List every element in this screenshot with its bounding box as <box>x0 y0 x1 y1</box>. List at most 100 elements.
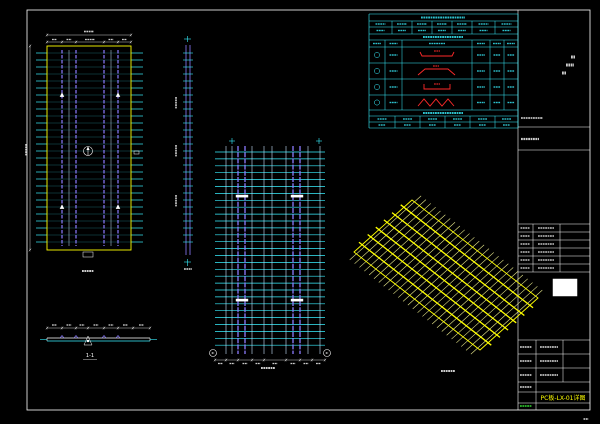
annotation-glyph <box>440 29 443 32</box>
annotation-glyph <box>396 42 398 45</box>
annotation-glyph <box>544 374 547 376</box>
annotation-glyph <box>445 29 446 32</box>
annotation-glyph <box>545 235 547 237</box>
annotation-glyph <box>433 42 436 45</box>
annotation-glyph <box>435 65 438 67</box>
annotation-glyph <box>461 16 464 19</box>
annotation-glyph <box>522 374 525 376</box>
annotation-glyph <box>396 86 398 88</box>
annotation-glyph <box>108 324 111 326</box>
annotation-glyph <box>529 405 532 407</box>
annotation-glyph <box>554 360 557 362</box>
annotation-glyph <box>86 270 89 272</box>
annotation-glyph <box>421 16 423 19</box>
annotation-glyph <box>529 374 532 376</box>
annotation-glyph <box>381 29 384 32</box>
annotation-glyph <box>545 243 547 245</box>
annotation-glyph <box>545 267 547 269</box>
annotation-glyph <box>547 259 550 261</box>
annotation-mark <box>507 86 515 88</box>
annotation-glyph <box>552 227 554 229</box>
annotation-glyph <box>325 352 328 354</box>
lifting-point <box>290 298 304 302</box>
annotation-glyph <box>184 268 186 270</box>
lifting-point <box>235 298 249 302</box>
annotation-glyph <box>404 124 406 126</box>
annotation-glyph <box>540 251 543 253</box>
annotation-mark <box>507 101 515 104</box>
annotation-mark <box>417 23 427 25</box>
annotation-glyph <box>522 235 525 237</box>
annotation-glyph <box>403 118 405 120</box>
annotation-glyph <box>422 29 425 32</box>
annotation-glyph <box>456 36 459 38</box>
annotation-glyph <box>91 30 93 33</box>
annotation-glyph <box>175 147 177 150</box>
annotation-mark <box>397 23 407 25</box>
annotation-glyph <box>537 117 540 119</box>
annotation-glyph <box>529 386 532 388</box>
annotation-glyph <box>527 405 529 407</box>
annotation-glyph <box>435 36 437 38</box>
annotation-glyph <box>242 362 245 365</box>
annotation-glyph <box>431 42 434 45</box>
annotation-glyph <box>481 54 484 56</box>
annotation-glyph <box>525 243 528 245</box>
annotation-glyph <box>175 197 177 200</box>
annotation-glyph <box>84 270 87 272</box>
annotation-mark <box>378 124 386 126</box>
annotation-glyph <box>435 16 438 19</box>
annotation-glyph <box>438 83 440 85</box>
annotation-mark <box>538 227 554 229</box>
annotation-glyph <box>500 42 501 45</box>
annotation-mark <box>503 124 510 126</box>
annotation-glyph <box>25 146 27 149</box>
annotation-glyph <box>525 251 528 253</box>
annotation-glyph <box>503 124 505 126</box>
annotation-glyph <box>552 243 554 245</box>
annotation-glyph <box>552 346 554 348</box>
annotation-glyph <box>430 118 433 120</box>
annotation-glyph <box>383 124 386 126</box>
annotation-glyph <box>436 83 439 85</box>
annotation-glyph <box>417 23 419 25</box>
annotation-glyph <box>68 324 71 326</box>
annotation-glyph <box>540 235 543 237</box>
annotation-glyph <box>464 23 466 25</box>
annotation-glyph <box>458 124 461 126</box>
annotation-glyph <box>430 16 433 19</box>
annotation-glyph <box>445 370 448 372</box>
annotation-mark <box>538 267 554 269</box>
annotation-glyph <box>437 16 440 19</box>
annotation-glyph <box>502 29 505 32</box>
annotation-glyph <box>453 370 455 372</box>
annotation-glyph <box>431 124 434 126</box>
annotation-glyph <box>378 124 381 126</box>
annotation-glyph <box>542 259 545 261</box>
annotation-glyph <box>450 370 453 372</box>
annotation-glyph <box>220 362 223 365</box>
annotation-glyph <box>509 70 512 72</box>
annotation-glyph <box>503 23 506 25</box>
annotation-glyph <box>545 227 547 229</box>
annotation-glyph <box>244 362 247 365</box>
annotation-glyph <box>538 267 540 269</box>
annotation-glyph <box>92 38 94 41</box>
annotation-glyph <box>89 38 92 41</box>
annotation-glyph <box>389 42 392 45</box>
annotation-glyph <box>439 36 442 38</box>
annotation-glyph <box>522 267 525 269</box>
annotation-glyph <box>509 101 512 104</box>
annotation-glyph <box>568 63 571 67</box>
annotation-glyph <box>505 124 508 126</box>
annotation-glyph <box>391 86 394 88</box>
annotation-glyph <box>479 29 482 32</box>
annotation-glyph <box>549 346 552 348</box>
annotation-glyph <box>316 362 318 365</box>
annotation-glyph <box>441 42 443 45</box>
annotation-glyph <box>460 118 462 120</box>
annotation-glyph <box>522 346 525 348</box>
annotation-glyph <box>396 70 398 72</box>
annotation-glyph <box>544 346 547 348</box>
annotation-glyph <box>512 70 515 72</box>
